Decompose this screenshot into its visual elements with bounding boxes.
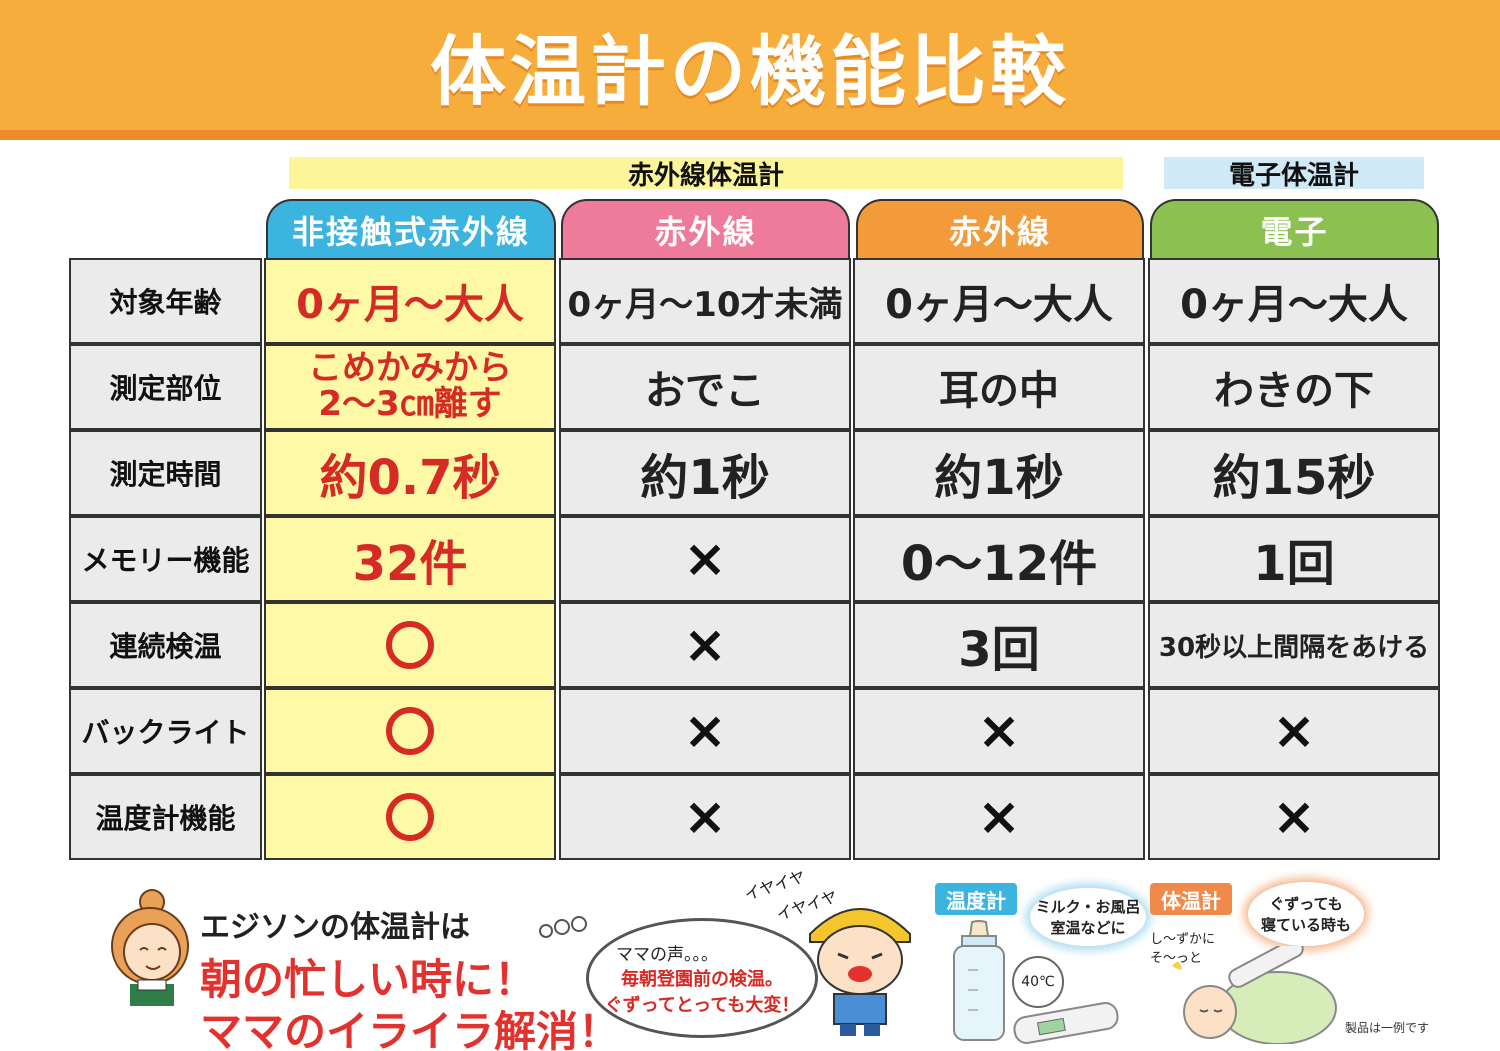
cross-icon: × — [977, 701, 1021, 761]
cross-icon: × — [683, 787, 727, 847]
circle-icon — [386, 621, 434, 669]
column-header-infrared-forehead: 赤外線 — [561, 199, 850, 258]
sleeping-note-line-1: ぐずっても — [1269, 895, 1343, 913]
cell-value: 30秒以上間隔をあける — [1158, 632, 1430, 663]
body-thermometer-tag: 体温計 — [1150, 883, 1232, 915]
cell-measurement-site-col1: こめかみから 2〜3㎝離す — [264, 344, 556, 430]
cell-measurement-site-col2: おでこ — [559, 344, 851, 430]
row-label-backlight: バックライト — [69, 688, 262, 774]
cell-memory-function-col4: 1回 — [1148, 516, 1440, 602]
cross-icon: × — [977, 787, 1021, 847]
cell-backlight-col4: × — [1148, 688, 1440, 774]
column-header-infrared-ear: 赤外線 — [856, 199, 1144, 258]
cross-icon: × — [683, 615, 727, 675]
title-banner: 体温計の機能比較 — [0, 0, 1500, 140]
cell-memory-function-col1: 32件 — [264, 516, 556, 602]
cell-value: 3回 — [958, 622, 1040, 678]
row-label-memory-function: メモリー機能 — [69, 516, 262, 602]
cell-measurement-time-col3: 約1秒 — [853, 430, 1145, 516]
cell-value: 約1秒 — [640, 450, 770, 506]
sleeping-note-line-2: 寝ている時も — [1260, 916, 1351, 934]
cross-icon: × — [1272, 701, 1316, 761]
quietly-line-1: し〜ずかに — [1150, 932, 1216, 947]
cell-thermometer-function-col4: × — [1148, 774, 1440, 860]
group-infrared-header: 赤外線体温計 — [289, 157, 1123, 191]
cell-value: 約0.7秒 — [319, 450, 501, 506]
promo-line-3: ママのイライラ解消！ — [200, 1007, 621, 1051]
circle-icon — [386, 707, 434, 755]
mom-illustration — [111, 889, 189, 1006]
cell-measurement-site-col4: わきの下 — [1148, 344, 1440, 430]
group-electronic-header: 電子体温計 — [1164, 157, 1424, 191]
cell-target-age-col2: 0ヶ月〜10才未満 — [559, 258, 851, 344]
row-label-thermometer-function: 温度計機能 — [69, 774, 262, 860]
cell-value: 0ヶ月〜大人 — [1180, 282, 1408, 328]
cell-continuous-measurement-col4: 30秒以上間隔をあける — [1148, 602, 1440, 688]
row-label-measurement-site: 測定部位 — [69, 344, 262, 430]
milk-note-line-1: ミルク・お風呂 — [1035, 898, 1141, 916]
cell-value: 約15秒 — [1212, 450, 1376, 506]
cell-thermometer-function-col2: × — [559, 774, 851, 860]
thermometer-device-icon — [1013, 1002, 1119, 1044]
bubble-line-3: ぐずってとっても大変！ — [604, 994, 800, 1016]
cell-backlight-col1 — [264, 688, 556, 774]
cell-value: 0〜12件 — [900, 536, 1098, 592]
row-label-measurement-time: 測定時間 — [69, 430, 262, 516]
column-header-noncontact-infrared: 非接触式赤外線 — [266, 199, 556, 258]
cell-continuous-measurement-col1 — [264, 602, 556, 688]
cell-value: 1回 — [1253, 536, 1335, 592]
bubble-line-1: ママの声。。。 — [616, 944, 718, 965]
thermometer-tag: 温度計 — [935, 883, 1017, 915]
cell-measurement-time-col2: 約1秒 — [559, 430, 851, 516]
cell-continuous-measurement-col3: 3回 — [853, 602, 1145, 688]
row-label-target-age: 対象年齢 — [69, 258, 262, 344]
milk-note-line-2: 室温などに — [1050, 919, 1126, 937]
baby-bottle-icon — [953, 920, 1005, 1041]
circle-icon — [386, 793, 434, 841]
column-header-electronic: 電子 — [1150, 199, 1439, 258]
page-title: 体温計の機能比較 — [430, 27, 1070, 116]
cell-value: 耳の中 — [939, 368, 1059, 414]
cell-memory-function-col2: × — [559, 516, 851, 602]
cell-value: 32件 — [352, 536, 468, 592]
milk-bath-note: ミルク・お風呂 室温などに — [1030, 888, 1146, 946]
cell-target-age-col3: 0ヶ月〜大人 — [853, 258, 1145, 344]
cell-backlight-col2: × — [559, 688, 851, 774]
cell-measurement-site-col3: 耳の中 — [853, 344, 1145, 430]
temperature-reading: 40℃ — [1012, 956, 1064, 1008]
cell-target-age-col4: 0ヶ月〜大人 — [1148, 258, 1440, 344]
cell-measurement-time-col1: 約0.7秒 — [264, 430, 556, 516]
cell-value: 0ヶ月〜10才未満 — [567, 284, 843, 325]
mom-voice-bubble: ママの声。。。 毎朝登園前の検温。 ぐずってとっても大変！ — [586, 918, 818, 1038]
cell-value: 約1秒 — [934, 450, 1064, 506]
cell-target-age-col1: 0ヶ月〜大人 — [264, 258, 556, 344]
cell-value: おでこ — [645, 368, 765, 414]
cell-measurement-time-col4: 約15秒 — [1148, 430, 1440, 516]
sleeping-baby-illustration — [1172, 946, 1337, 1044]
cell-value: 0ヶ月〜大人 — [885, 282, 1113, 328]
cell-value: わきの下 — [1214, 368, 1374, 414]
cell-value: こめかみから 2〜3㎝離す — [308, 348, 512, 424]
thought-dots-icon — [539, 916, 587, 938]
row-label-continuous-measurement: 連続検温 — [69, 602, 262, 688]
cell-memory-function-col3: 0〜12件 — [853, 516, 1145, 602]
bubble-line-2: 毎朝登園前の検温。 — [621, 968, 783, 990]
cell-thermometer-function-col1 — [264, 774, 556, 860]
sleeping-note: ぐずっても 寝ている時も — [1248, 882, 1364, 946]
cross-icon: × — [683, 529, 727, 589]
disclaimer-note: 製品は一例です — [1345, 1021, 1430, 1035]
cell-value: 0ヶ月〜大人 — [296, 282, 524, 328]
cell-thermometer-function-col3: × — [853, 774, 1145, 860]
crying-kid-illustration — [809, 908, 911, 1036]
cross-icon: × — [683, 701, 727, 761]
cross-icon: × — [1272, 787, 1316, 847]
cell-backlight-col3: × — [853, 688, 1145, 774]
promo-line-1: エジソンの体温計は — [200, 910, 470, 945]
cell-continuous-measurement-col2: × — [559, 602, 851, 688]
